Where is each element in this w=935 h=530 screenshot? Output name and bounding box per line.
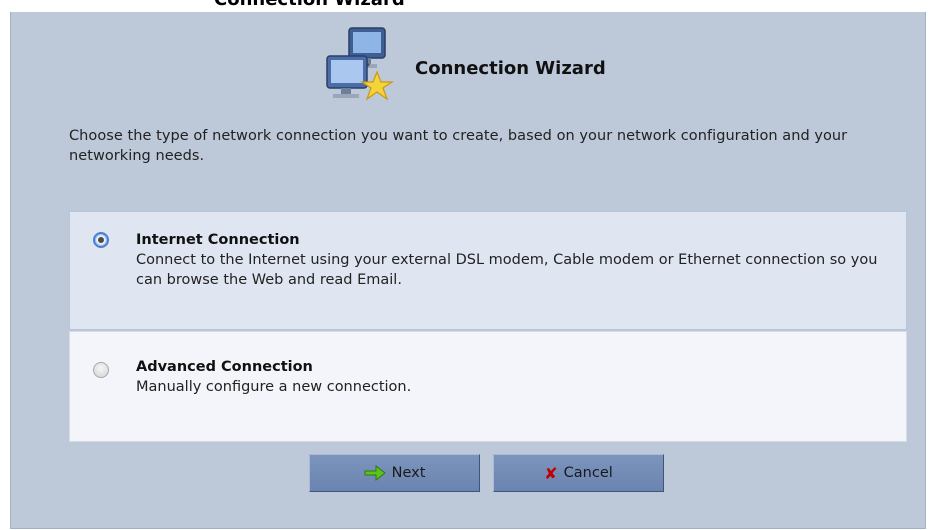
wizard-panel: Connection Wizard Choose the type of net…	[10, 12, 926, 529]
option-description: Connect to the Internet using your exter…	[136, 252, 878, 288]
advanced-connection-radio[interactable]	[93, 362, 109, 378]
connection-options: Internet Connection Connect to the Inter…	[69, 211, 907, 442]
option-description: Manually configure a new connection.	[136, 379, 412, 395]
option-internet-connection[interactable]: Internet Connection Connect to the Inter…	[69, 211, 907, 330]
option-text: Internet Connection Connect to the Inter…	[136, 230, 896, 290]
option-advanced-connection[interactable]: Advanced Connection Manually configure a…	[69, 331, 907, 442]
cancel-x-icon: ✘	[544, 463, 558, 483]
page-title: Connection Wizard	[415, 58, 606, 79]
option-title: Internet Connection	[136, 232, 300, 248]
connection-wizard-icon	[326, 27, 394, 101]
arrow-right-icon	[364, 465, 386, 481]
next-button[interactable]: Next	[309, 454, 480, 492]
clipped-heading-text: Connection Wizard	[214, 0, 405, 10]
top-clipped-heading: Connection Wizard	[0, 0, 935, 12]
option-text: Advanced Connection Manually configure a…	[136, 357, 896, 397]
option-title: Advanced Connection	[136, 359, 313, 375]
button-bar: Next ✘ Cancel	[11, 454, 927, 494]
intro-text: Choose the type of network connection yo…	[69, 128, 848, 164]
cancel-button[interactable]: ✘ Cancel	[493, 454, 664, 492]
wizard-header: Connection Wizard	[319, 22, 719, 106]
cancel-button-label: Cancel	[563, 465, 613, 481]
next-button-label: Next	[391, 465, 426, 481]
internet-connection-radio[interactable]	[93, 232, 109, 248]
